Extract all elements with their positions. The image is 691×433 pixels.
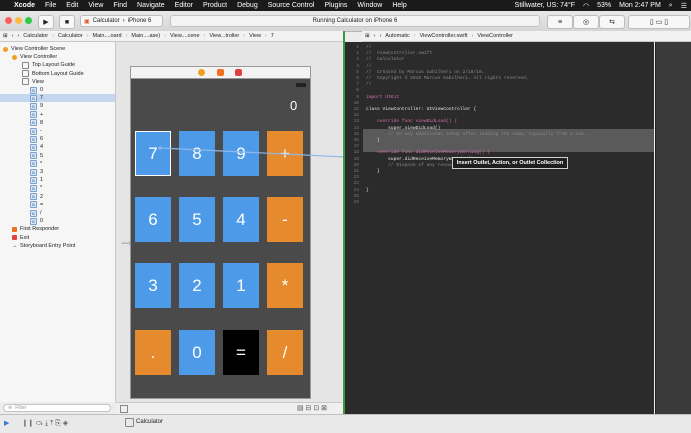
line-number: 2 xyxy=(356,51,359,57)
code-editor[interactable] xyxy=(362,42,654,414)
line-number: 6 xyxy=(356,76,359,81)
code-line[interactable]: } xyxy=(366,169,380,174)
connection-start-dot xyxy=(158,146,162,150)
line-number: 16 xyxy=(353,138,359,143)
line-number: 13 xyxy=(353,119,359,125)
line-number: 18 xyxy=(353,150,359,156)
code-line[interactable]: // Do any additional setup after loading… xyxy=(366,132,587,137)
code-line[interactable]: } xyxy=(366,138,380,143)
line-number: 8 xyxy=(356,88,359,94)
line-number: 26 xyxy=(353,200,359,205)
line-number: 22 xyxy=(353,175,359,181)
line-number: 7 xyxy=(356,82,359,88)
debug-controls-icon[interactable]: ❙❙ ⤼ ⤓ ⤒ ⎘ ◈ xyxy=(22,419,68,428)
line-number: 4 xyxy=(356,63,359,69)
code-minimap[interactable] xyxy=(655,42,691,414)
line-number: 21 xyxy=(353,169,359,174)
code-line[interactable]: // Copyright © 2016 Marcus Gabilheri. Al… xyxy=(366,76,529,81)
app-target-icon xyxy=(125,418,134,427)
code-line[interactable]: // ViewController.swift xyxy=(366,51,432,56)
show-outline-icon[interactable] xyxy=(120,405,128,413)
code-line[interactable]: // Created by Marcus Gabilheri on 2/18/1… xyxy=(366,70,485,75)
code-line[interactable]: override func didReceiveMemoryWarning() … xyxy=(366,150,490,155)
debug-bar: ▶ ❙❙ ⤼ ⤓ ⤒ ⎘ ◈ Calculator xyxy=(0,414,691,433)
connection-line xyxy=(159,147,367,159)
line-number: 11 xyxy=(353,107,359,112)
insert-outlet-tooltip: Insert Outlet, Action, or Outlet Collect… xyxy=(452,157,568,169)
code-line[interactable]: // Calculator xyxy=(366,57,405,62)
line-number: 5 xyxy=(356,69,359,75)
code-line[interactable]: super.viewDidLoad() xyxy=(366,126,440,131)
line-number: 23 xyxy=(353,181,359,187)
line-number: 24 xyxy=(353,187,359,193)
code-line[interactable]: class ViewController: UIViewController { xyxy=(366,107,476,112)
line-number: 15 xyxy=(353,131,359,137)
line-number: 19 xyxy=(353,156,359,162)
line-number: 10 xyxy=(353,100,359,106)
code-line[interactable]: override func viewDidLoad() { xyxy=(366,119,457,124)
line-number: 3 xyxy=(356,57,359,63)
line-number: 14 xyxy=(353,125,359,131)
debug-target-label[interactable]: Calculator xyxy=(136,419,163,425)
breakpoints-icon[interactable]: ▶ xyxy=(4,419,9,427)
code-line[interactable]: import UIKit xyxy=(366,95,399,100)
line-number: 9 xyxy=(356,94,359,100)
line-number: 25 xyxy=(353,193,359,199)
code-line[interactable]: // xyxy=(366,45,372,50)
line-number: 1 xyxy=(356,45,359,50)
line-number: 17 xyxy=(353,144,359,150)
line-number: 20 xyxy=(353,162,359,168)
code-line[interactable]: // xyxy=(366,64,372,69)
code-line[interactable]: } xyxy=(366,188,369,193)
line-number: 12 xyxy=(353,113,359,119)
code-line[interactable]: // xyxy=(366,82,372,87)
layout-tools-icon[interactable]: ▤ ⊟ ⊡ ⊠ xyxy=(297,404,327,412)
